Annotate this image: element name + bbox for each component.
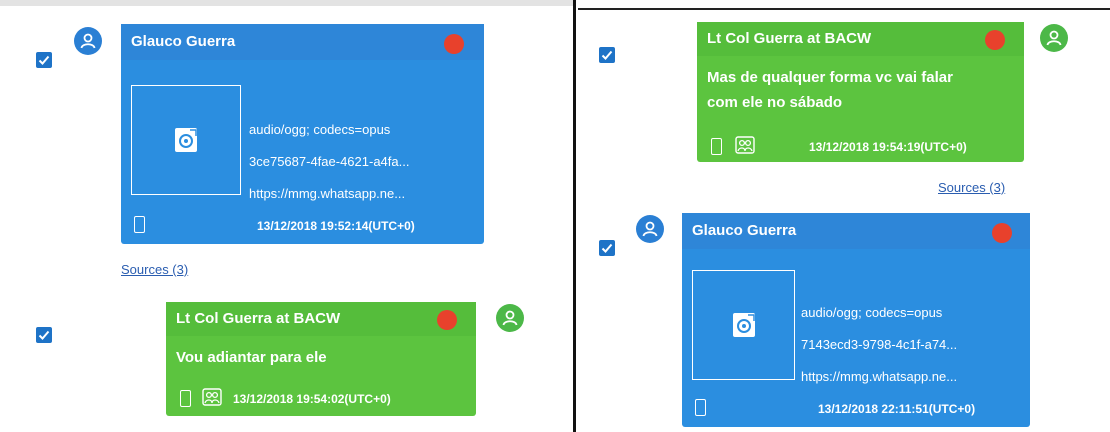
audio-file-icon (733, 313, 755, 337)
message-bubble[interactable]: Glauco Guerra audio/ogg; codecs=opus 3ce… (121, 24, 484, 244)
message-timestamp: 13/12/2018 22:11:51(UTC+0) (818, 402, 976, 416)
message-checkbox[interactable] (599, 47, 615, 63)
phone-icon (695, 399, 706, 416)
phone-icon (180, 390, 191, 407)
attachment-mime: audio/ogg; codecs=opus (249, 122, 391, 137)
sender-name: Lt Col Guerra at BACW (166, 302, 476, 336)
message-timestamp: 13/12/2018 19:54:19(UTC+0) (809, 140, 967, 154)
message-bubble[interactable]: Lt Col Guerra at BACW Mas de qualquer fo… (697, 22, 1024, 162)
sources-link[interactable]: Sources (3) (938, 180, 1005, 195)
phone-icon (134, 216, 145, 233)
message-text-line-2: com ele no sábado (707, 94, 843, 111)
status-dot (992, 223, 1012, 243)
status-dot (985, 30, 1005, 50)
sender-name: Lt Col Guerra at BACW (697, 22, 1024, 56)
attachment-url[interactable]: https://mmg.whatsapp.ne... (249, 186, 405, 201)
attachment-id: 7143ecd3-9798-4c1f-a74... (801, 337, 958, 352)
contact-avatar-icon (496, 304, 524, 332)
attachment-mime: audio/ogg; codecs=opus (801, 305, 943, 320)
contact-avatar-icon (1040, 24, 1068, 52)
status-dot (444, 34, 464, 54)
message-bubble[interactable]: Lt Col Guerra at BACW Vou adiantar para … (166, 302, 476, 416)
message-text: Vou adiantar para ele (176, 349, 327, 366)
contact-avatar-icon (636, 215, 664, 243)
sender-name: Glauco Guerra (682, 213, 1030, 249)
message-bubble[interactable]: Glauco Guerra audio/ogg; codecs=opus 714… (682, 213, 1030, 427)
attachment-thumbnail[interactable] (131, 85, 241, 195)
group-icon (202, 388, 222, 406)
status-dot (437, 310, 457, 330)
message-checkbox[interactable] (599, 240, 615, 256)
audio-file-icon (175, 128, 197, 152)
group-icon (735, 136, 755, 154)
attachment-url[interactable]: https://mmg.whatsapp.ne... (801, 369, 957, 384)
sources-link[interactable]: Sources (3) (121, 262, 188, 277)
message-checkbox[interactable] (36, 327, 52, 343)
panel-divider (573, 0, 576, 432)
top-border-right (578, 8, 1110, 10)
sender-name: Glauco Guerra (121, 24, 484, 60)
message-timestamp: 13/12/2018 19:54:02(UTC+0) (233, 392, 391, 406)
attachment-thumbnail[interactable] (692, 270, 795, 380)
message-text-line-1: Mas de qualquer forma vc vai falar (707, 69, 953, 86)
message-checkbox[interactable] (36, 52, 52, 68)
top-border (0, 0, 574, 6)
contact-avatar-icon (74, 27, 102, 55)
phone-icon (711, 138, 722, 155)
attachment-id: 3ce75687-4fae-4621-a4fa... (249, 154, 410, 169)
message-timestamp: 13/12/2018 19:52:14(UTC+0) (257, 219, 415, 233)
